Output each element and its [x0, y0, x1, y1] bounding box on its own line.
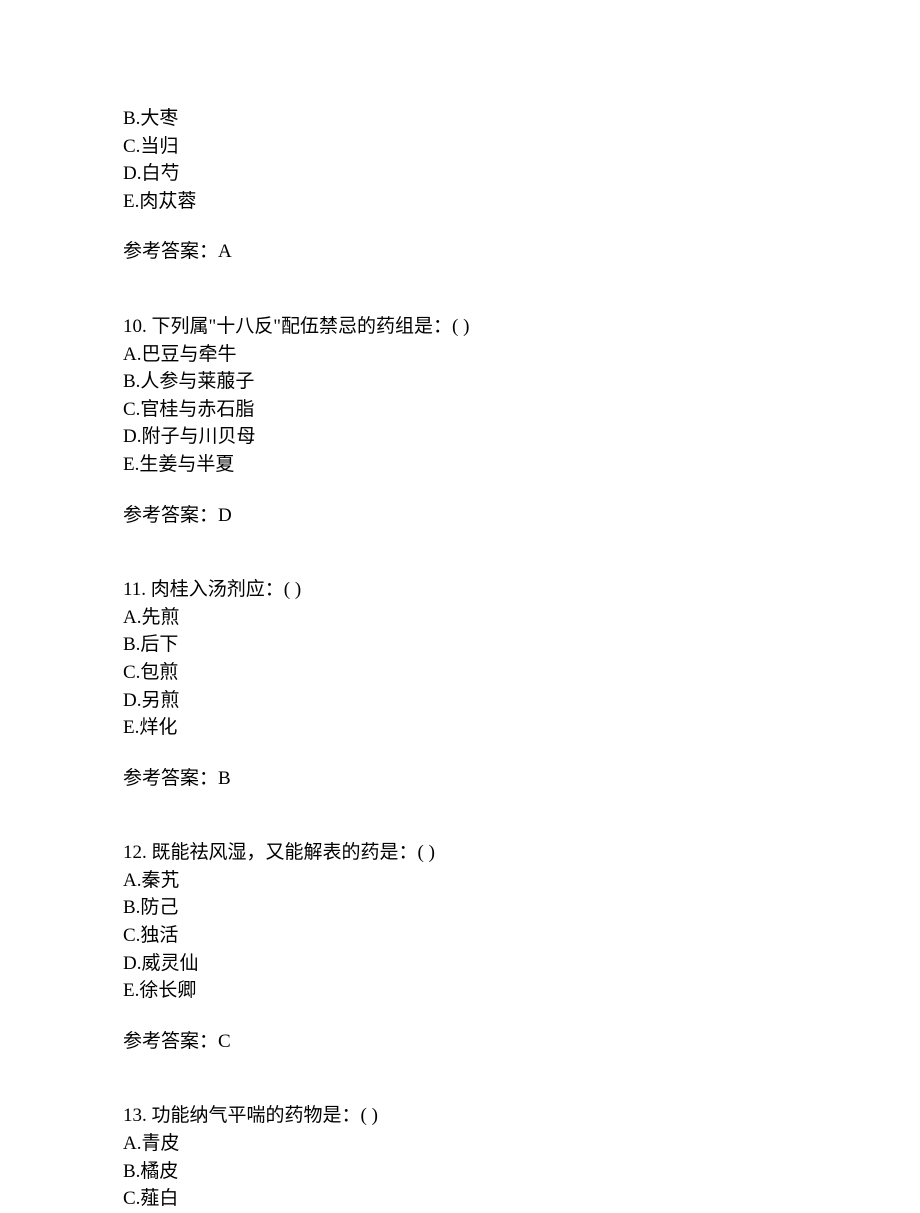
question-stem: 11. 肉桂入汤剂应：( ) — [123, 577, 920, 604]
question-12: 12. 既能祛风湿，又能解表的药是：( ) A.秦艽 B.防己 C.独活 D.威… — [123, 840, 920, 1055]
option-e: E.徐长卿 — [123, 978, 920, 1005]
option-c: C.包煎 — [123, 660, 920, 687]
question-10: 10. 下列属"十八反"配伍禁忌的药组是：( ) A.巴豆与牵牛 B.人参与莱菔… — [123, 314, 920, 529]
question-stem: 10. 下列属"十八反"配伍禁忌的药组是：( ) — [123, 314, 920, 341]
option-e: E.烊化 — [123, 715, 920, 742]
option-b: B.人参与莱菔子 — [123, 369, 920, 396]
question-13: 13. 功能纳气平喘的药物是：( ) A.青皮 B.橘皮 C.薤白 — [123, 1103, 920, 1212]
option-a: A.巴豆与牵牛 — [123, 342, 920, 369]
option-b: B.防己 — [123, 895, 920, 922]
answer-text: 参考答案：D — [123, 503, 920, 530]
option-c: C.独活 — [123, 923, 920, 950]
option-c: C.官桂与赤石脂 — [123, 397, 920, 424]
option-a: A.先煎 — [123, 605, 920, 632]
question-9-partial: B.大枣 C.当归 D.白芍 E.肉苁蓉 参考答案：A — [123, 106, 920, 266]
answer-text: 参考答案：A — [123, 239, 920, 266]
option-b: B.橘皮 — [123, 1159, 920, 1186]
option-a: A.秦艽 — [123, 868, 920, 895]
option-c: C.当归 — [123, 134, 920, 161]
option-b: B.后下 — [123, 632, 920, 659]
question-stem: 13. 功能纳气平喘的药物是：( ) — [123, 1103, 920, 1130]
option-b: B.大枣 — [123, 106, 920, 133]
option-e: E.肉苁蓉 — [123, 189, 920, 216]
option-e: E.生姜与半夏 — [123, 452, 920, 479]
option-a: A.青皮 — [123, 1131, 920, 1158]
option-d: D.另煎 — [123, 688, 920, 715]
option-d: D.附子与川贝母 — [123, 424, 920, 451]
answer-text: 参考答案：B — [123, 766, 920, 793]
option-d: D.威灵仙 — [123, 951, 920, 978]
question-11: 11. 肉桂入汤剂应：( ) A.先煎 B.后下 C.包煎 D.另煎 E.烊化 … — [123, 577, 920, 792]
question-stem: 12. 既能祛风湿，又能解表的药是：( ) — [123, 840, 920, 867]
option-d: D.白芍 — [123, 161, 920, 188]
answer-text: 参考答案：C — [123, 1029, 920, 1056]
option-c: C.薤白 — [123, 1186, 920, 1213]
